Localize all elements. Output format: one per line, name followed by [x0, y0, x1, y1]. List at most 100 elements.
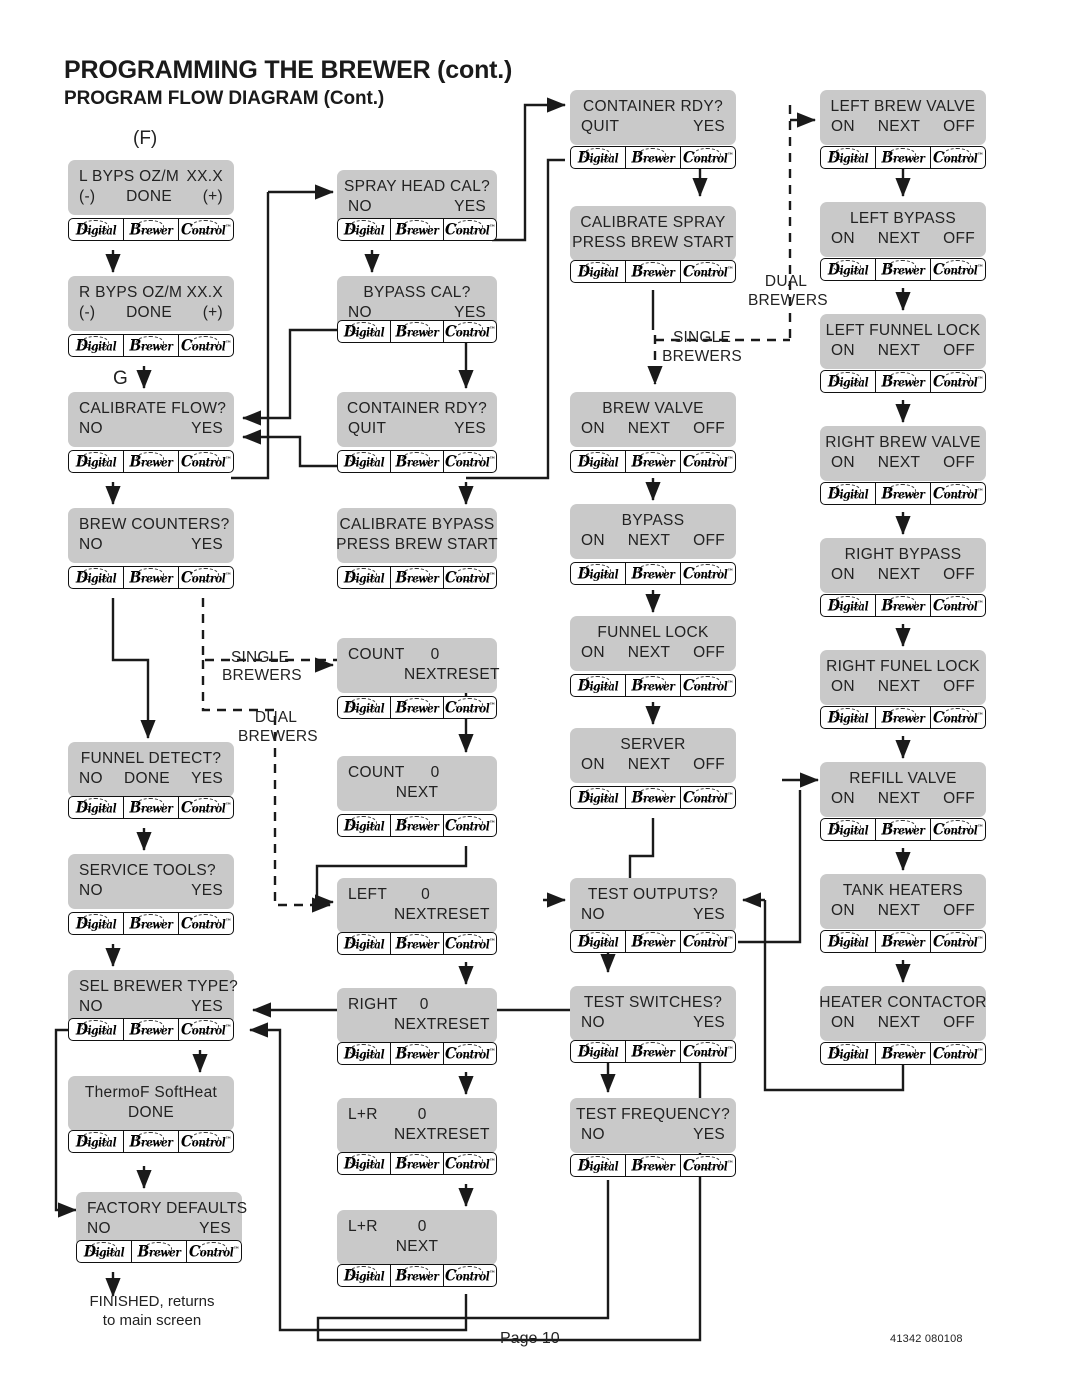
node-factory-defaults-yes[interactable]: YES	[199, 1219, 231, 1239]
node-r-byps-minus[interactable]: (-)	[79, 303, 95, 323]
node-bypass-off[interactable]: OFF	[693, 531, 725, 551]
node-refill-valve[interactable]: REFILL VALVE ON NEXT OFF	[820, 762, 986, 817]
node-brew-valve-next[interactable]: NEXT	[628, 419, 671, 439]
node-lr-count-1-next[interactable]: NEXT	[394, 1125, 437, 1145]
node-l-byps-plus[interactable]: (+)	[203, 187, 223, 207]
node-right-funnel-lock-off[interactable]: OFF	[943, 677, 975, 697]
node-left-brew-valve-next[interactable]: NEXT	[878, 117, 921, 137]
node-right-bypass[interactable]: RIGHT BYPASS ON NEXT OFF	[820, 538, 986, 593]
node-right-bypass-off[interactable]: OFF	[943, 565, 975, 585]
node-test-frequency-no[interactable]: NO	[581, 1125, 605, 1145]
node-count-1-next[interactable]: NEXT	[404, 665, 447, 685]
node-brew-counters-no[interactable]: NO	[79, 535, 103, 555]
node-thermof-softheat[interactable]: ThermoF SoftHeat DONE	[68, 1076, 234, 1131]
node-left-funnel-lock[interactable]: LEFT FUNNEL LOCK ON NEXT OFF	[820, 314, 986, 369]
node-refill-valve-next[interactable]: NEXT	[878, 789, 921, 809]
node-count-2-next[interactable]: NEXT	[396, 783, 439, 803]
node-test-switches-yes[interactable]: YES	[693, 1013, 725, 1033]
node-count-1-reset[interactable]: RESET	[447, 665, 500, 685]
node-right-count-reset[interactable]: RESET	[437, 1015, 490, 1035]
node-brew-valve-on[interactable]: ON	[581, 419, 605, 439]
node-spray-head-no[interactable]: NO	[348, 197, 372, 217]
node-spray-head-cal[interactable]: SPRAY HEAD CAL? NO YES	[337, 170, 497, 225]
node-left-funnel-lock-off[interactable]: OFF	[943, 341, 975, 361]
node-funnel-lock-on[interactable]: ON	[581, 643, 605, 663]
node-r-byps[interactable]: R BYPS OZ/M XX.X (-) DONE (+)	[68, 276, 234, 331]
node-server-next[interactable]: NEXT	[628, 755, 671, 775]
node-test-switches-no[interactable]: NO	[581, 1013, 605, 1033]
node-funnel-detect[interactable]: FUNNEL DETECT? NO DONE YES	[68, 742, 234, 797]
node-container-rdy-a-yes[interactable]: YES	[454, 419, 486, 439]
node-service-tools[interactable]: SERVICE TOOLS? NO YES	[68, 854, 234, 909]
node-left-bypass[interactable]: LEFT BYPASS ON NEXT OFF	[820, 202, 986, 257]
node-calibrate-flow-yes[interactable]: YES	[191, 419, 223, 439]
node-tank-heaters-on[interactable]: ON	[831, 901, 855, 921]
node-funnel-lock-off[interactable]: OFF	[693, 643, 725, 663]
node-lr-count-1[interactable]: L+R 0 NEXT RESET	[337, 1098, 497, 1153]
node-test-switches[interactable]: TEST SWITCHES? NO YES	[570, 986, 736, 1041]
node-left-funnel-lock-next[interactable]: NEXT	[878, 341, 921, 361]
node-lr-count-2[interactable]: L+R 0 NEXT	[337, 1210, 497, 1265]
node-right-bypass-next[interactable]: NEXT	[878, 565, 921, 585]
node-tank-heaters-off[interactable]: OFF	[943, 901, 975, 921]
node-right-count-next[interactable]: NEXT	[394, 1015, 437, 1035]
node-right-count[interactable]: RIGHT 0 NEXT RESET	[337, 988, 497, 1043]
node-test-frequency[interactable]: TEST FREQUENCY? NO YES	[570, 1098, 736, 1153]
node-funnel-detect-no[interactable]: NO	[79, 769, 103, 789]
node-tank-heaters[interactable]: TANK HEATERS ON NEXT OFF	[820, 874, 986, 929]
node-container-rdy-b[interactable]: CONTAINER RDY? QUIT YES	[570, 90, 736, 145]
node-tank-heaters-next[interactable]: NEXT	[878, 901, 921, 921]
node-server-off[interactable]: OFF	[693, 755, 725, 775]
node-factory-defaults[interactable]: FACTORY DEFAULTS NO YES	[76, 1192, 247, 1247]
node-left-brew-valve-off[interactable]: OFF	[943, 117, 975, 137]
node-calibrate-flow[interactable]: CALIBRATE FLOW? NO YES	[68, 392, 234, 447]
node-service-tools-yes[interactable]: YES	[191, 881, 223, 901]
node-right-brew-valve-on[interactable]: ON	[831, 453, 855, 473]
node-lr-count-2-next[interactable]: NEXT	[396, 1237, 439, 1257]
node-thermof-done[interactable]: DONE	[128, 1103, 174, 1123]
node-brew-counters[interactable]: BREW COUNTERS? NO YES	[68, 508, 234, 563]
node-left-bypass-on[interactable]: ON	[831, 229, 855, 249]
node-r-byps-plus[interactable]: (+)	[203, 303, 223, 323]
node-l-byps-done[interactable]: DONE	[126, 187, 172, 207]
node-brew-counters-yes[interactable]: YES	[191, 535, 223, 555]
node-factory-defaults-no[interactable]: NO	[87, 1219, 111, 1239]
node-heater-contactor[interactable]: HEATER CONTACTOR ON NEXT OFF	[819, 986, 986, 1041]
node-funnel-detect-done[interactable]: DONE	[124, 769, 170, 789]
node-calibrate-spray[interactable]: CALIBRATE SPRAY PRESS BREW START	[570, 206, 736, 261]
node-bypass-next[interactable]: NEXT	[628, 531, 671, 551]
node-container-rdy-b-yes[interactable]: YES	[693, 117, 725, 137]
node-refill-valve-on[interactable]: ON	[831, 789, 855, 809]
node-left-brew-valve[interactable]: LEFT BREW VALVE ON NEXT OFF	[820, 90, 986, 145]
node-container-rdy-a-quit[interactable]: QUIT	[348, 419, 386, 439]
node-server[interactable]: SERVER ON NEXT OFF	[570, 728, 736, 783]
node-left-count-next[interactable]: NEXT	[394, 905, 437, 925]
node-heater-contactor-on[interactable]: ON	[831, 1013, 855, 1033]
node-funnel-lock[interactable]: FUNNEL LOCK ON NEXT OFF	[570, 616, 736, 671]
node-right-funnel-lock[interactable]: RIGHT FUNEL LOCK ON NEXT OFF	[820, 650, 986, 705]
node-test-outputs[interactable]: TEST OUTPUTS? NO YES	[570, 878, 736, 933]
node-container-rdy-b-quit[interactable]: QUIT	[581, 117, 619, 137]
node-right-brew-valve-next[interactable]: NEXT	[878, 453, 921, 473]
node-test-frequency-yes[interactable]: YES	[693, 1125, 725, 1145]
node-heater-contactor-next[interactable]: NEXT	[878, 1013, 921, 1033]
node-l-byps[interactable]: L BYPS OZ/M XX.X (-) DONE (+)	[68, 160, 234, 215]
node-funnel-detect-yes[interactable]: YES	[191, 769, 223, 789]
node-test-outputs-yes[interactable]: YES	[693, 905, 725, 925]
node-left-count-reset[interactable]: RESET	[437, 905, 490, 925]
node-calibrate-flow-no[interactable]: NO	[79, 419, 103, 439]
node-test-outputs-no[interactable]: NO	[581, 905, 605, 925]
node-left-bypass-next[interactable]: NEXT	[878, 229, 921, 249]
node-container-rdy-a[interactable]: CONTAINER RDY? QUIT YES	[337, 392, 497, 447]
node-funnel-lock-next[interactable]: NEXT	[628, 643, 671, 663]
node-right-bypass-on[interactable]: ON	[831, 565, 855, 585]
node-spray-head-yes[interactable]: YES	[454, 197, 486, 217]
node-left-funnel-lock-on[interactable]: ON	[831, 341, 855, 361]
node-l-byps-minus[interactable]: (-)	[79, 187, 95, 207]
node-sel-brewer-type-no[interactable]: NO	[79, 997, 103, 1017]
node-right-brew-valve-off[interactable]: OFF	[943, 453, 975, 473]
node-refill-valve-off[interactable]: OFF	[943, 789, 975, 809]
node-server-on[interactable]: ON	[581, 755, 605, 775]
node-count-1[interactable]: COUNT 0 NEXT RESET	[337, 638, 500, 693]
node-count-2[interactable]: COUNT 0 NEXT	[337, 756, 497, 811]
